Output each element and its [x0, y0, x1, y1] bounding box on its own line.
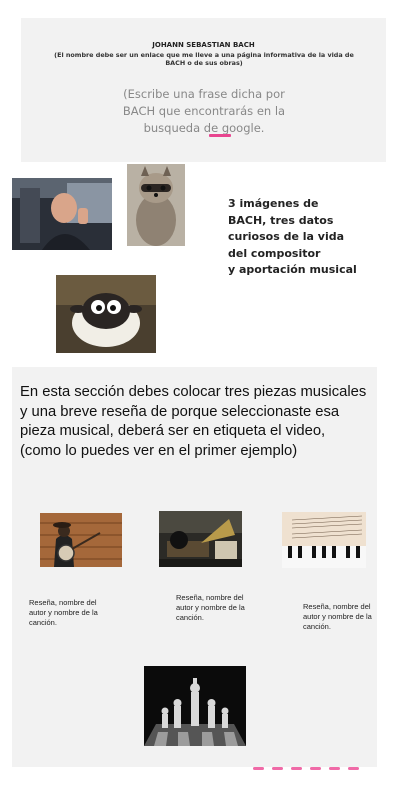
image-raccoon[interactable] [127, 164, 185, 246]
carousel-dot[interactable] [329, 767, 340, 770]
section-instructions: En esta sección debes colocar tres pieza… [20, 384, 367, 459]
facts-line: 3 imágenes de [228, 197, 319, 210]
facts-line: y aportación musical [228, 263, 357, 276]
link-instruction: (El nombre debe ser un enlace que me lle… [54, 51, 354, 68]
review-text-2[interactable]: Reseña, nombre del autor y nombre de la … [176, 593, 256, 623]
image-chess-pieces[interactable] [144, 666, 246, 746]
carousel-dot[interactable] [253, 767, 264, 770]
facts-instructions: 3 imágenes de BACH, tres datos curiosos … [228, 196, 368, 279]
facts-line: curiosos de la vida [228, 230, 345, 243]
video-banjo-player[interactable] [40, 513, 122, 567]
image-man-in-car[interactable] [12, 178, 112, 250]
video-piano-sheet-music[interactable] [282, 512, 366, 568]
carousel-dot[interactable] [310, 767, 321, 770]
facts-line: del compositor [228, 246, 321, 260]
spellcheck-underline [209, 134, 231, 137]
header-panel: JOHANN SEBASTIAN BACH (El nombre debe se… [21, 18, 386, 162]
composer-name-link[interactable]: JOHANN SEBASTIAN BACH [21, 41, 386, 49]
quote-placeholder[interactable]: (Escribe una frase dicha por BACH que en… [109, 86, 299, 137]
carousel-dot[interactable] [291, 767, 302, 770]
review-text-1[interactable]: Reseña, nombre del autor y nombre de la … [29, 598, 109, 628]
carousel-dot[interactable] [272, 767, 283, 770]
review-text-3[interactable]: Reseña, nombre del autor y nombre de la … [303, 602, 373, 632]
facts-line: BACH, tres datos [228, 213, 334, 227]
video-gramophone[interactable] [159, 511, 242, 567]
image-sheep-cartoon[interactable] [56, 275, 156, 353]
carousel-dot[interactable] [348, 767, 359, 770]
